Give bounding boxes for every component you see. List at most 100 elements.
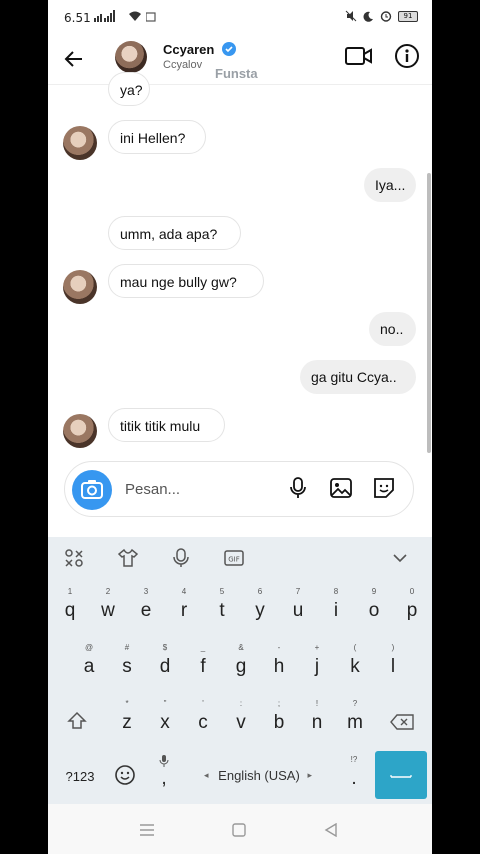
gif-icon[interactable]: GIF — [223, 547, 245, 569]
key-v[interactable]: :v — [222, 697, 260, 741]
sender-avatar[interactable] — [63, 270, 97, 304]
back-arrow-icon[interactable] — [62, 47, 86, 71]
chat-header: Ccyaren Ccyalov Funsta — [48, 34, 432, 85]
enter-key[interactable] — [375, 751, 427, 799]
contact-username: Ccyalov — [163, 59, 203, 71]
comma-key[interactable]: , — [148, 753, 180, 797]
key-label: s — [122, 656, 132, 677]
camera-button[interactable] — [72, 470, 112, 510]
shift-icon[interactable] — [66, 710, 88, 732]
home-icon[interactable] — [232, 823, 246, 837]
chat-scrollbar[interactable] — [427, 173, 431, 453]
key-hint: * — [125, 699, 129, 708]
message-incoming[interactable]: ini Hellen? — [108, 120, 206, 154]
key-e[interactable]: 3e — [127, 585, 165, 629]
key-x[interactable]: " x — [146, 697, 184, 741]
keyboard-apps-icon[interactable] — [63, 547, 85, 569]
key-label: b — [273, 712, 285, 733]
key-i[interactable]: 8i — [317, 585, 355, 629]
key-hint: 1 — [67, 587, 73, 596]
key-hint: $ — [162, 643, 168, 652]
gallery-icon[interactable] — [329, 476, 353, 500]
key-label: v — [236, 712, 246, 733]
key-hint: @ — [84, 643, 94, 652]
key-label: y — [255, 600, 265, 621]
space-key[interactable]: English (USA) ◂ ▸ — [184, 753, 334, 797]
message-outgoing[interactable]: Iya... — [364, 168, 416, 202]
sticker-icon[interactable] — [372, 476, 396, 500]
key-w[interactable]: 2w — [89, 585, 127, 629]
key-r[interactable]: 4r — [165, 585, 203, 629]
key-b[interactable]: ; b — [260, 697, 298, 741]
contact-name[interactable]: Ccyaren — [163, 42, 214, 57]
key-label: a — [83, 656, 95, 677]
key-label: n — [311, 712, 323, 733]
theme-shirt-icon[interactable] — [117, 547, 139, 569]
key-hint: ) — [391, 643, 395, 652]
video-call-icon[interactable] — [345, 45, 373, 67]
key-s[interactable]: # s — [108, 641, 146, 685]
key-hint: + — [314, 643, 320, 652]
key-label: o — [368, 600, 380, 621]
key-l[interactable]: ) l — [374, 641, 412, 685]
key-c[interactable]: ' c — [184, 697, 222, 741]
key-label: m — [347, 712, 363, 733]
sender-avatar[interactable] — [63, 414, 97, 448]
key-label: u — [292, 600, 304, 621]
sender-avatar[interactable] — [63, 126, 97, 160]
key-g[interactable]: & g — [222, 641, 260, 685]
recents-icon[interactable] — [139, 824, 155, 836]
key-label: z — [122, 712, 132, 733]
key-m[interactable]: ? m — [336, 697, 374, 741]
backspace-icon[interactable] — [390, 714, 414, 730]
navigation-bar — [48, 804, 432, 854]
key-label: p — [406, 600, 418, 621]
chevron-down-icon[interactable] — [389, 547, 411, 569]
wifi-icon — [129, 11, 141, 21]
message-incoming[interactable]: umm, ada apa? — [108, 216, 241, 250]
key-a[interactable]: @ a — [70, 641, 108, 685]
info-icon[interactable] — [394, 43, 420, 69]
key-y[interactable]: 6y — [241, 585, 279, 629]
key-z[interactable]: * z — [108, 697, 146, 741]
key-hint: " — [163, 699, 167, 708]
message-input[interactable]: Pesan... — [125, 481, 180, 498]
notification-icon — [146, 12, 156, 22]
voice-input-icon[interactable] — [170, 547, 192, 569]
key-label: t — [219, 600, 225, 621]
key-o[interactable]: 9o — [355, 585, 393, 629]
contact-avatar[interactable] — [115, 41, 147, 73]
key-p[interactable]: 0p — [393, 585, 431, 629]
status-bar: 6.51 91 — [48, 0, 432, 34]
message-outgoing[interactable]: no.. — [369, 312, 416, 346]
key-q[interactable]: 1q — [51, 585, 89, 629]
key-u[interactable]: 7u — [279, 585, 317, 629]
message-incoming[interactable]: titik titik mulu — [108, 408, 225, 442]
key-h[interactable]: -h — [260, 641, 298, 685]
message-incoming[interactable]: mau nge bully gw? — [108, 264, 264, 298]
keyboard: GIF ?123 , English (USA) ◂ ▸ !? . 1 q 2 … — [48, 537, 432, 804]
moon-icon — [363, 11, 373, 22]
message-incoming[interactable]: ya? — [108, 72, 150, 106]
key-n[interactable]: ! n — [298, 697, 336, 741]
key-hint: 7 — [295, 587, 301, 596]
key-hint: ' — [202, 699, 204, 708]
key-d[interactable]: $ d — [146, 641, 184, 685]
key-label: k — [350, 656, 360, 677]
key-label: e — [140, 600, 152, 621]
key-label: q — [64, 600, 76, 621]
key-hint: ! — [315, 699, 319, 708]
key-t[interactable]: 5t — [203, 585, 241, 629]
back-nav-icon[interactable] — [324, 823, 338, 837]
message-outgoing[interactable]: ga gitu Ccya.. — [300, 360, 416, 394]
key-hint: 3 — [143, 587, 149, 596]
symbols-key[interactable]: ?123 — [56, 753, 104, 797]
microphone-icon[interactable] — [286, 476, 310, 500]
key-k[interactable]: (k — [336, 641, 374, 685]
emoji-icon[interactable] — [114, 764, 136, 786]
key-f[interactable]: _ f — [184, 641, 222, 685]
key-j[interactable]: + j — [298, 641, 336, 685]
message-list[interactable]: ya? ini Hellen? Iya... umm, ada apa? mau… — [48, 72, 432, 460]
battery-indicator: 91 — [398, 10, 418, 22]
period-key[interactable]: !? . — [338, 753, 370, 797]
